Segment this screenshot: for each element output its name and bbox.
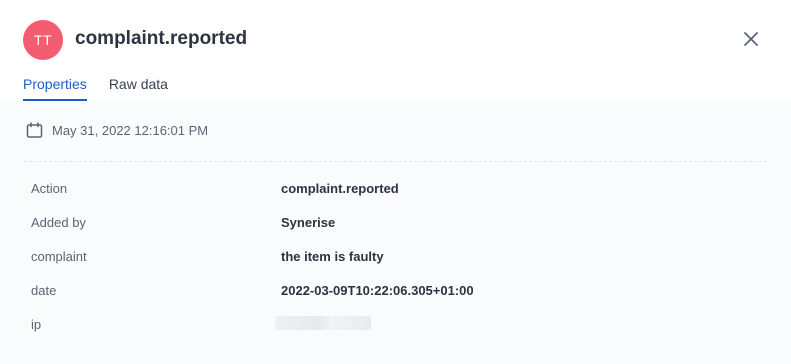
close-icon[interactable] [740,28,762,50]
property-key: date [31,283,57,298]
property-row-added-by: Added by Synerise [31,213,751,247]
tab-properties[interactable]: Properties [23,75,87,101]
divider [24,161,767,162]
calendar-icon [26,122,43,138]
property-value: complaint.reported [281,181,399,196]
property-row-complaint: complaint the item is faulty [31,247,751,281]
property-key: Action [31,181,68,196]
property-key: ip [31,317,42,332]
modal-header: TT complaint.reported Properties Raw dat… [0,0,791,102]
redacted-value [275,316,371,330]
property-value: 2022-03-09T10:22:06.305+01:00 [281,283,474,298]
tab-raw-data[interactable]: Raw data [109,75,168,101]
event-date-row: May 31, 2022 12:16:01 PM [26,122,208,139]
close-button[interactable] [740,28,762,50]
properties-list: Action complaint.reported Added by Syner… [31,179,751,349]
avatar: TT [23,20,63,60]
properties-panel: May 31, 2022 12:16:01 PM Action complain… [0,101,791,364]
property-value: the item is faulty [281,249,384,264]
property-row-action: Action complaint.reported [31,179,751,213]
property-key: Added by [31,215,86,230]
property-row-ip: ip [31,315,751,349]
property-row-date: date 2022-03-09T10:22:06.305+01:00 [31,281,751,315]
page-title: complaint.reported [75,28,248,49]
property-value: Synerise [281,215,336,230]
tab-bar: Properties Raw data [23,75,168,101]
property-key: complaint [31,249,87,264]
event-date: May 31, 2022 12:16:01 PM [52,123,209,138]
